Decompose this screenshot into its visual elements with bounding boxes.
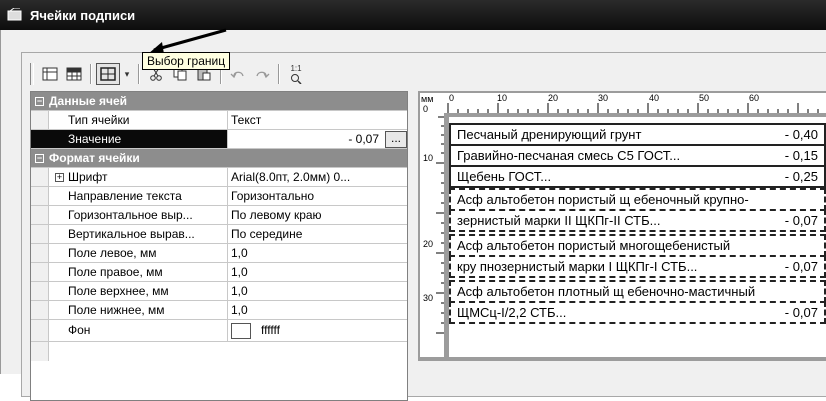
property-name: Поле правое, мм (31, 263, 228, 281)
property-name: Поле верхнее, мм (31, 282, 228, 300)
property-value[interactable]: Текст (228, 111, 407, 129)
toolbar-separator (90, 64, 92, 84)
property-value[interactable]: Горизонтально (228, 187, 407, 205)
preview-sheet: Песчаный дренирующий грунт - 0,40 Гравийн… (449, 117, 826, 357)
zoom-icon[interactable]: 1:1 (284, 63, 308, 85)
property-row-text-direction[interactable]: Направление текста Горизонтально (31, 187, 407, 206)
preview-cell[interactable]: Асф альтобетон пористый многощебенистый (449, 234, 826, 257)
title-bar: Ячейки подписи (0, 0, 826, 30)
toolbar-separator (278, 64, 280, 84)
property-value[interactable]: По левому краю (228, 206, 407, 224)
category-format-label: Формат ячейки (49, 151, 140, 165)
preview-cell-value: - 0,07 (784, 213, 818, 228)
property-name: Тип ячейки (31, 111, 228, 129)
toolbar-grip[interactable] (30, 63, 34, 85)
preview-cell-value: - 0,07 (784, 259, 818, 274)
ruler-top-ticks (447, 103, 819, 113)
content-frame: ▾ 1:1 − Данные ячей Тип ячейки Текст Зна… (21, 52, 826, 401)
preview-cell-text: кру пнозернистый марки I ЩКПг-I СТБ... (457, 259, 698, 274)
table-icon[interactable] (38, 63, 62, 85)
property-value[interactable]: 1,0 (228, 301, 407, 319)
preview-cell-value: - 0,40 (784, 127, 818, 142)
collapse-icon[interactable]: − (35, 153, 44, 163)
property-row-horizontal-align[interactable]: Горизонтальное выр... По левому краю (31, 206, 407, 225)
property-name: Значение (31, 130, 228, 148)
property-value[interactable]: ffffff (261, 323, 280, 337)
preview-cell[interactable]: Асф альтобетон плотный щ ебеночно-мастич… (449, 280, 826, 303)
preview-cell-text: Асф альтобетон пористый многощебенистый (457, 238, 731, 253)
zoom-label: 1:1 (290, 63, 302, 73)
window-icon (6, 8, 24, 22)
preview-cell-value: - 0,15 (784, 148, 818, 163)
property-name: Поле нижнее, мм (31, 301, 228, 319)
property-row-margin-left[interactable]: Поле левое, мм 1,0 (31, 244, 407, 263)
borders-icon[interactable] (96, 63, 120, 85)
preview-cell-text: Гравийно-песчаная смесь С5 ГОСТ... (457, 148, 681, 163)
property-row-cell-type[interactable]: Тип ячейки Текст (31, 111, 407, 130)
preview-cell-text: Песчаный дренирующий грунт (457, 127, 642, 142)
property-name: Вертикальное вырав... (31, 225, 228, 243)
borders-dropdown-icon[interactable]: ▾ (120, 63, 134, 85)
property-row-background[interactable]: Фон ffffff (31, 320, 407, 342)
grid-icon[interactable] (62, 63, 86, 85)
redo-icon[interactable] (250, 63, 274, 85)
property-name: Направление текста (31, 187, 228, 205)
property-row-font[interactable]: + Шрифт Arial(8.0пт, 2.0мм) 0... (31, 168, 407, 187)
preview-cell-text: зернистый марки II ЩКПг-II СТБ... (457, 213, 661, 228)
property-row-vertical-align[interactable]: Вертикальное вырав... По середине (31, 225, 407, 244)
property-row-margin-bottom[interactable]: Поле нижнее, мм 1,0 (31, 301, 407, 320)
preview-cell[interactable]: Песчаный дренирующий грунт - 0,40 (449, 123, 826, 146)
property-name: Фон (31, 320, 228, 341)
property-value[interactable]: 1,0 (228, 244, 407, 262)
property-name: Поле левое, мм (31, 244, 228, 262)
property-row-value[interactable]: Значение - 0,07 ... (31, 130, 407, 149)
property-row-margin-right[interactable]: Поле правое, мм 1,0 (31, 263, 407, 282)
property-value[interactable]: - 0,07 (348, 130, 379, 148)
preview-cell-text: Щебень ГОСТ... (457, 169, 552, 184)
property-value[interactable]: Arial(8.0пт, 2.0мм) 0... (228, 168, 407, 186)
property-row-margin-top[interactable]: Поле верхнее, мм 1,0 (31, 282, 407, 301)
preview-cell[interactable]: кру пнозернистый марки I ЩКПг-I СТБ... - … (449, 255, 826, 278)
category-data-label: Данные ячей (49, 94, 127, 108)
preview-cell-text: Асф альтобетон пористый щ ебеночный круп… (457, 192, 749, 207)
property-value[interactable]: По середине (228, 225, 407, 243)
dialog-body: ▾ 1:1 − Данные ячей Тип ячейки Текст Зна… (0, 30, 826, 401)
toolbar-separator (138, 64, 140, 84)
ellipsis-button[interactable]: ... (385, 130, 407, 148)
color-swatch[interactable] (231, 322, 251, 339)
property-value[interactable]: 1,0 (228, 282, 407, 300)
preview-cell[interactable]: ЩМСц-I/2,2 СТБ... - 0,07 (449, 301, 826, 324)
preview-cell-text: ЩМСц-I/2,2 СТБ... (457, 305, 567, 320)
tooltip: Выбор границ (142, 52, 231, 70)
property-grid: − Данные ячей Тип ячейки Текст Значение -… (30, 91, 408, 401)
property-value[interactable]: 1,0 (228, 263, 407, 281)
category-data[interactable]: − Данные ячей (31, 92, 407, 111)
ruler-top: 0 10 20 30 40 50 60 (444, 93, 826, 113)
property-name: Горизонтальное выр... (31, 206, 228, 224)
preview-cell[interactable]: Гравийно-песчаная смесь С5 ГОСТ... - 0,15 (449, 144, 826, 167)
cell-preview: мм 0 10 20 30 0 10 20 30 40 50 60 Песчан… (418, 91, 826, 361)
expand-icon[interactable]: + (55, 173, 64, 182)
preview-cell-text: Асф альтобетон плотный щ ебеночно-мастич… (457, 284, 756, 299)
ruler-left-ticks (436, 116, 444, 334)
ruler-left: мм 0 10 20 30 (420, 93, 444, 357)
preview-cell[interactable]: Щебень ГОСТ... - 0,25 (449, 165, 826, 188)
category-format[interactable]: − Формат ячейки (31, 149, 407, 168)
preview-cell-value: - 0,07 (784, 305, 818, 320)
preview-cell-value: - 0,25 (784, 169, 818, 184)
window-title: Ячейки подписи (30, 7, 136, 23)
preview-cell[interactable]: зернистый марки II ЩКПг-II СТБ... - 0,07 (449, 209, 826, 232)
preview-cell[interactable]: Асф альтобетон пористый щ ебеночный круп… (449, 188, 826, 211)
collapse-icon[interactable]: − (35, 96, 44, 106)
